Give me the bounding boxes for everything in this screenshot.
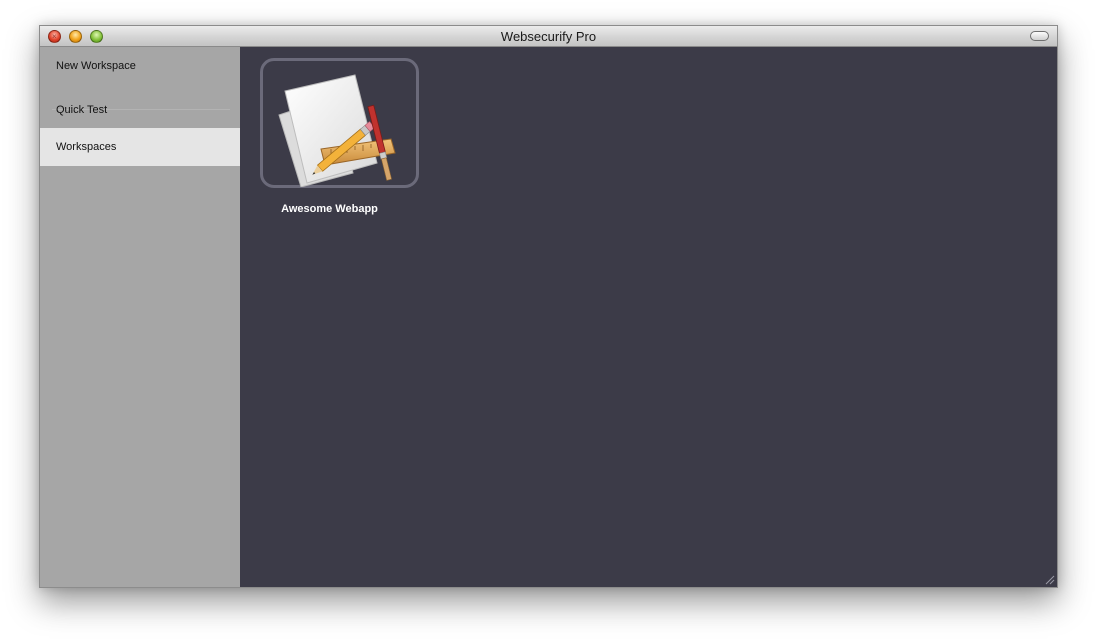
sidebar: New Workspace Quick Test Workspaces bbox=[40, 47, 240, 587]
app-window: × Websecurify Pro New Workspace Quick Te… bbox=[39, 25, 1058, 588]
workspace-item[interactable] bbox=[260, 58, 419, 188]
window-title: Websecurify Pro bbox=[500, 29, 597, 44]
sidebar-item-workspaces[interactable]: Workspaces bbox=[40, 128, 240, 166]
drafting-document-icon bbox=[278, 74, 396, 187]
toolbar-toggle-button[interactable] bbox=[1030, 31, 1049, 41]
sidebar-item-new-workspace[interactable]: New Workspace bbox=[40, 47, 240, 85]
sidebar-item-label: Workspaces bbox=[56, 141, 117, 153]
workspace-browser: Awesome Webapp bbox=[240, 47, 1057, 587]
resize-grip-icon[interactable] bbox=[1045, 575, 1055, 585]
workspace-name: Awesome Webapp bbox=[281, 203, 378, 215]
sidebar-item-label: New Workspace bbox=[56, 60, 136, 72]
sidebar-item-label: Quick Test bbox=[56, 104, 108, 116]
sidebar-item-quick-test[interactable]: Quick Test bbox=[40, 91, 240, 129]
title-bar[interactable]: × Websecurify Pro bbox=[40, 26, 1057, 47]
